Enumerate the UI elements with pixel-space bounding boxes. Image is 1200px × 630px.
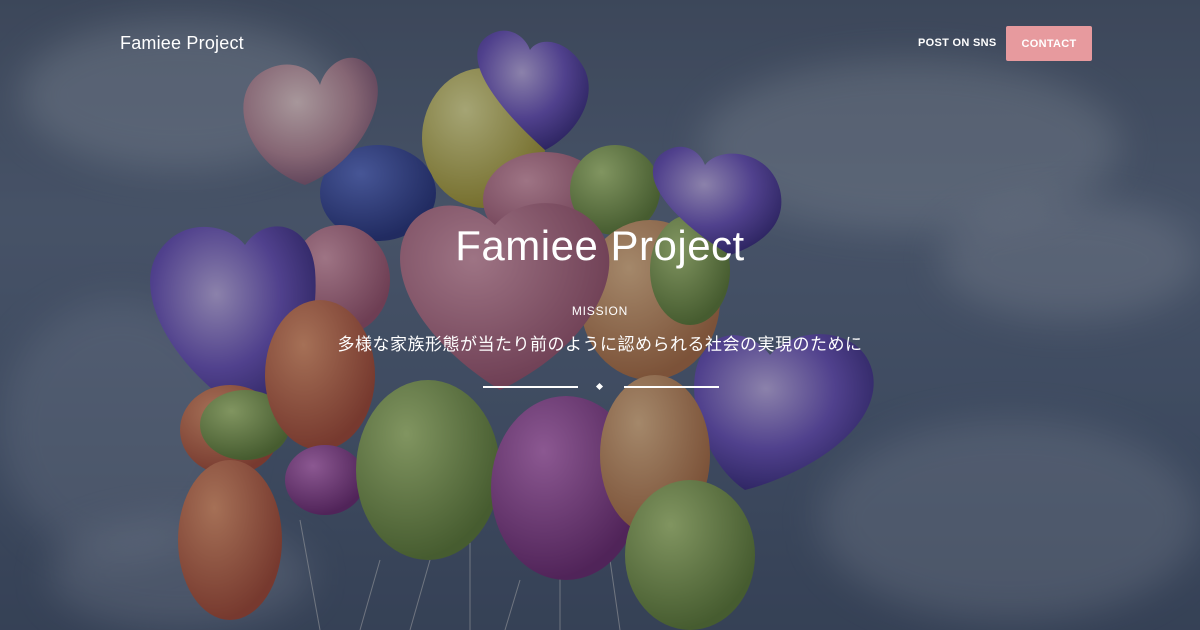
- mission-label: MISSION: [571, 304, 629, 318]
- contact-button[interactable]: CONTACT: [1006, 26, 1092, 61]
- hero-section: Famiee Project POST ON SNS CONTACT Famie…: [0, 0, 1200, 630]
- divider-line-left: [483, 386, 578, 388]
- brand-logo[interactable]: Famiee Project: [120, 33, 244, 54]
- mission-statement: 多様な家族形態が当たり前のように認められる社会の実現のために: [337, 335, 863, 355]
- divider-line-right: [624, 386, 719, 388]
- hero-title: Famiee Project: [455, 222, 745, 269]
- post-on-sns-link[interactable]: POST ON SNS: [918, 37, 996, 49]
